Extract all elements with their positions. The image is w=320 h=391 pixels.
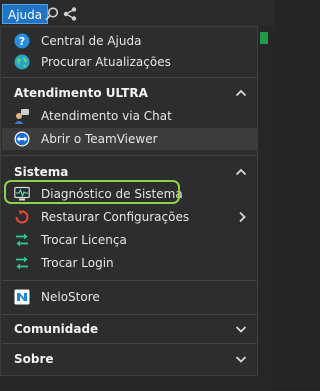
background-bottom xyxy=(0,376,258,391)
chevron-right-icon xyxy=(239,211,246,223)
restore-icon xyxy=(15,210,29,224)
divider xyxy=(2,155,257,156)
menu-item-procurar-atualizacoes[interactable]: Procurar Atualizações xyxy=(2,51,257,73)
menu-item-restaurar-configuracoes[interactable]: Restaurar Configurações xyxy=(2,206,257,228)
divider xyxy=(2,343,257,344)
help-circle-icon: ? xyxy=(14,33,30,49)
menu-item-abrir-teamviewer[interactable]: Abrir o TeamViewer xyxy=(2,128,257,150)
section-sobre[interactable]: Sobre xyxy=(2,347,257,371)
nelostore-icon xyxy=(14,289,30,305)
highlight-annotation xyxy=(4,180,180,204)
menu-ajuda[interactable]: Ajuda xyxy=(2,4,49,24)
chat-agent-icon xyxy=(14,109,29,124)
top-toolbar: Ajuda xyxy=(0,0,275,28)
background-window-edge xyxy=(258,26,275,391)
menu-item-central-de-ajuda[interactable]: ? Central de Ajuda xyxy=(2,30,257,52)
search-icon[interactable] xyxy=(44,6,60,22)
divider xyxy=(2,280,257,281)
chevron-up-icon xyxy=(235,89,247,97)
background-app-marker xyxy=(260,32,268,44)
globe-icon xyxy=(14,54,30,70)
menu-item-atendimento-chat[interactable]: Atendimento via Chat xyxy=(2,105,257,127)
swap-arrows-icon xyxy=(16,256,28,270)
menu-item-trocar-login[interactable]: Trocar Login xyxy=(2,252,257,274)
chevron-up-icon xyxy=(235,168,247,176)
menu-item-nelostore[interactable]: NeloStore xyxy=(2,286,257,308)
section-comunidade[interactable]: Comunidade xyxy=(2,317,257,341)
menu-item-trocar-licenca[interactable]: Trocar Licença xyxy=(2,229,257,251)
share-icon[interactable] xyxy=(62,6,78,22)
divider xyxy=(2,77,257,78)
divider xyxy=(2,314,257,315)
swap-arrows-icon xyxy=(16,233,28,247)
section-atendimento-ultra[interactable]: Atendimento ULTRA xyxy=(2,81,257,105)
chevron-down-icon xyxy=(235,326,247,333)
teamviewer-icon xyxy=(14,131,30,147)
chevron-down-icon xyxy=(235,356,247,363)
svg-text:?: ? xyxy=(19,35,25,48)
